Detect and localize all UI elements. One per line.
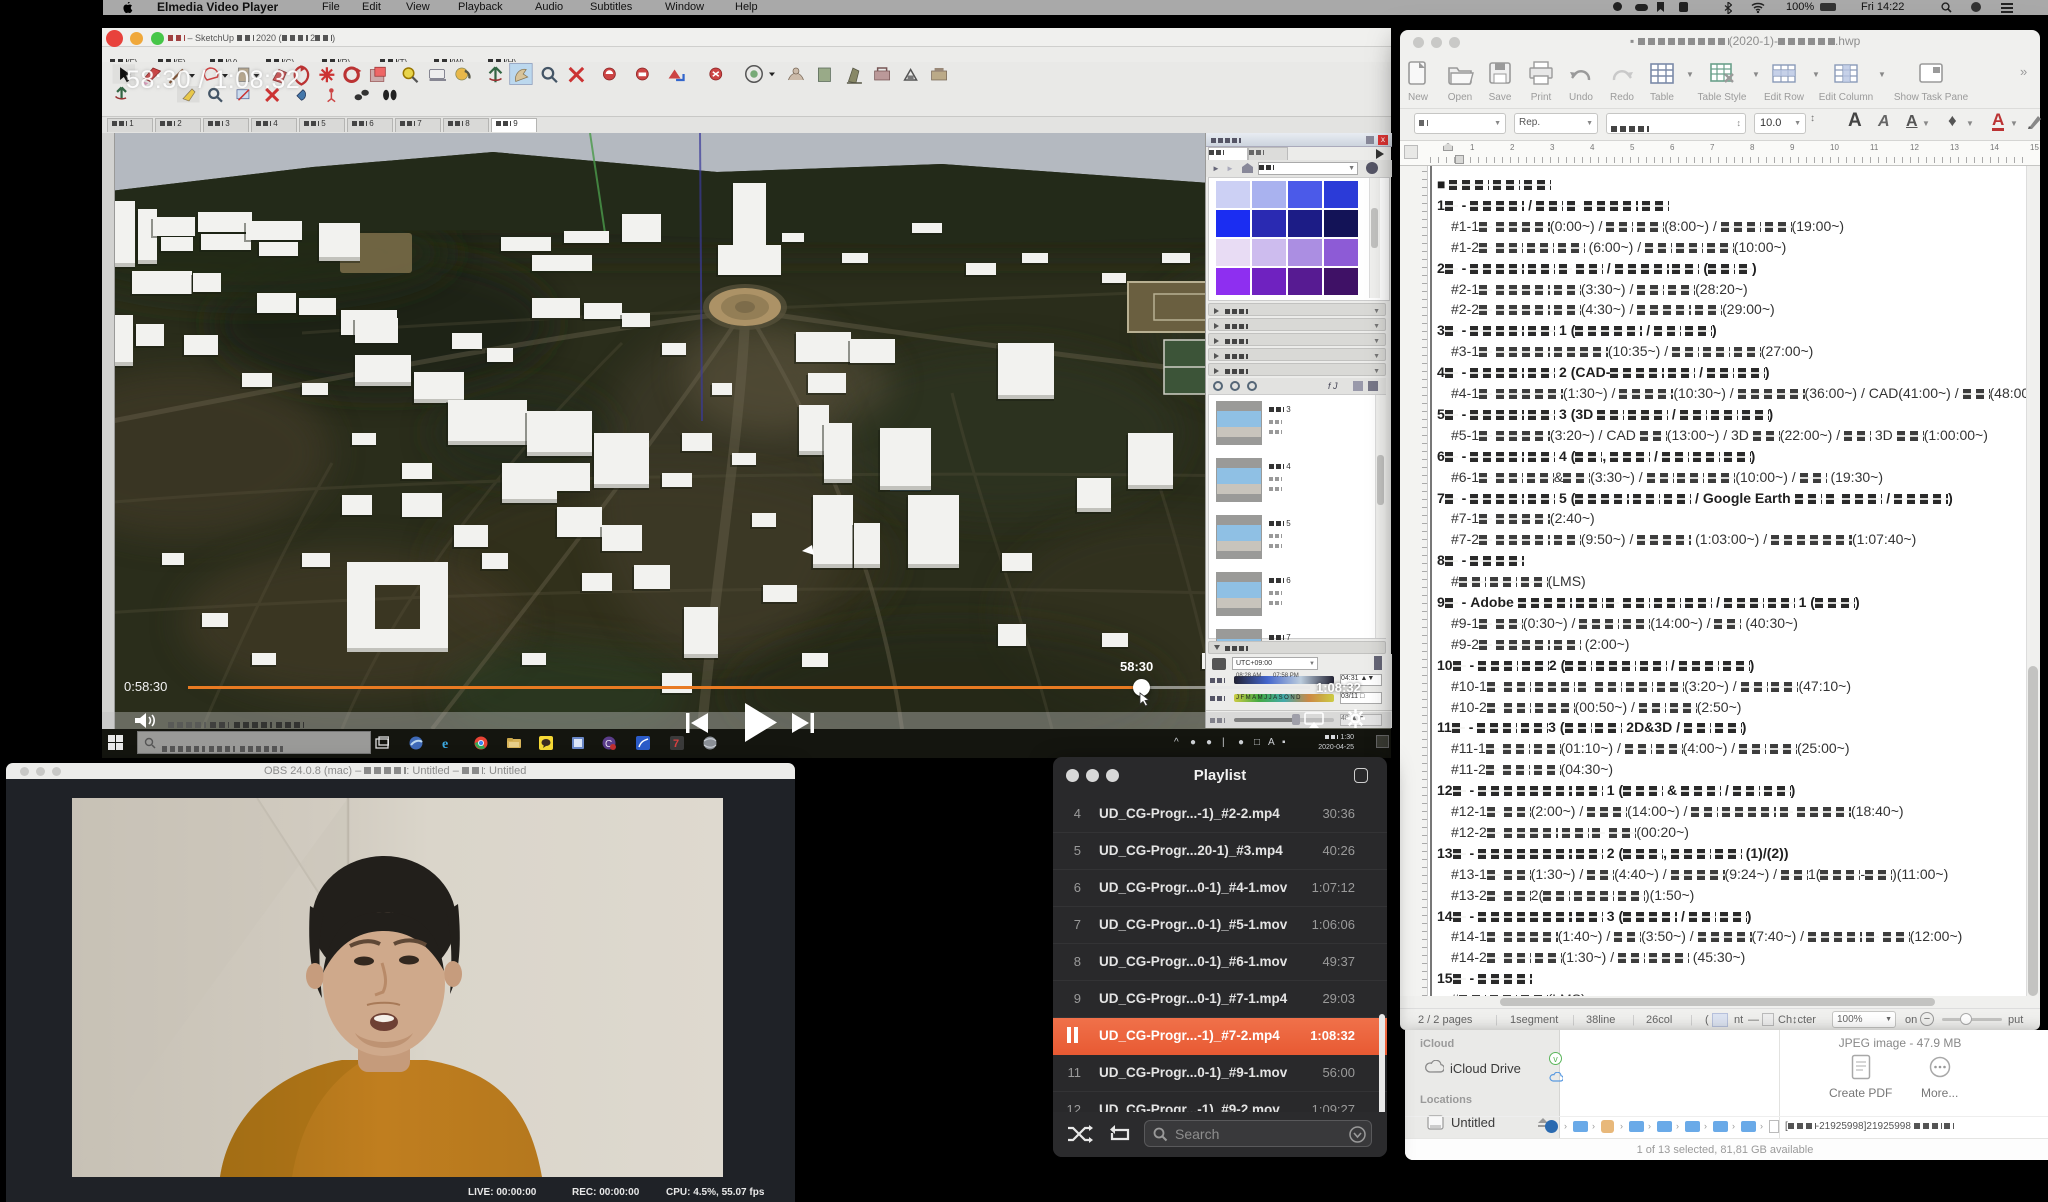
svg-text:7: 7 <box>673 738 679 750</box>
svg-text:e: e <box>442 737 448 750</box>
